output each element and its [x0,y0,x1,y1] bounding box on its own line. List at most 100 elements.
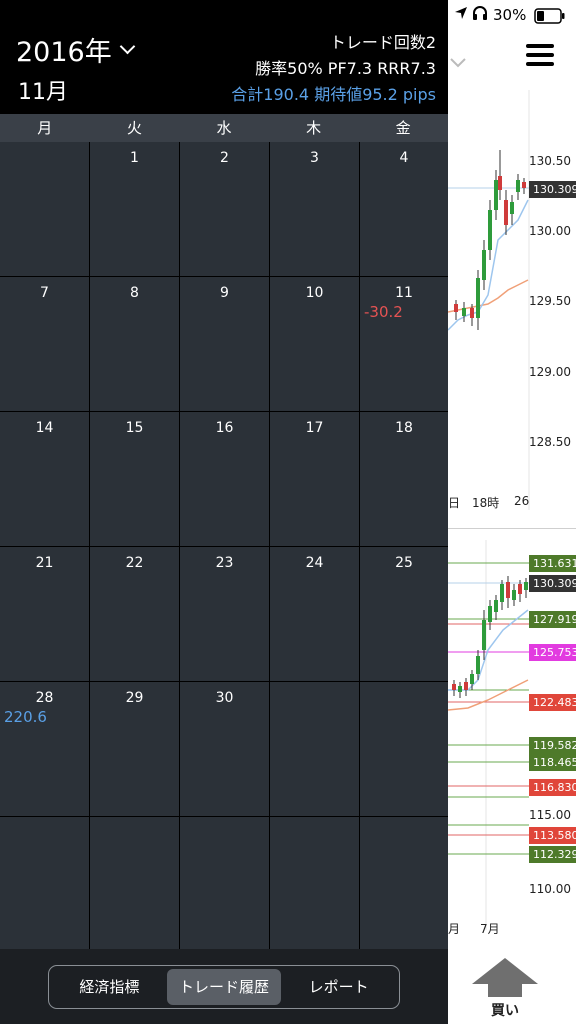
tab-economic-indicators[interactable]: 経済指標 [52,969,167,1005]
day-number: 4 [399,150,409,166]
weekday-header: 月 火 水 木 金 [0,114,448,142]
calendar-day-cell[interactable]: 15 [90,412,179,546]
price-level-tag: 119.582 [529,737,576,754]
axis-label: 129.00 [529,365,571,379]
price-level-tag: 131.631 [529,555,576,572]
calendar-day-cell[interactable]: 23 [180,547,269,681]
calendar-day-cell[interactable]: 24 [270,547,359,681]
calendar-day-cell[interactable]: 18 [360,412,448,546]
axis-label: 130.00 [529,224,571,238]
calendar-day-cell[interactable]: 17 [270,412,359,546]
weekday-label: 金 [395,119,411,137]
calendar-day-cell[interactable]: 7 [0,277,89,411]
price-level-tag: 113.580 [529,827,576,844]
tab-report[interactable]: レポート [281,969,396,1005]
x-label: 26 [514,494,530,508]
axis-label: 115.00 [529,808,571,822]
trade-stats: トレード回数2 勝率50% PF7.3 RRR7.3 合計190.4 期待値95… [231,30,436,108]
axis-label: 128.50 [529,435,571,449]
day-number: 14 [35,420,54,436]
trade-total: 合計190.4 期待値95.2 pips [231,85,436,104]
calendar-day-cell[interactable] [180,817,269,951]
daily-pnl-gain: 220.6 [4,708,47,726]
buy-arrow-stem[interactable] [488,983,522,997]
calendar-day-cell[interactable] [360,682,448,816]
month-label: 11月 [18,80,68,105]
daily-pnl-loss: -30.2 [364,303,403,321]
day-number: 23 [215,555,234,571]
weekday-label: 木 [306,119,322,137]
day-number: 30 [215,690,234,706]
calendar-grid: 1 2 3 4 7 8 9 10 11 -30.2 14 15 16 17 18 … [0,142,448,951]
calendar-header: 2016年 11月 トレード回数2 勝率50% PF7.3 RRR7.3 合計1… [0,0,448,114]
price-level-tag: 127.919 [529,611,576,628]
day-number: 16 [215,420,234,436]
tab-trade-history[interactable]: トレード履歴 [166,969,282,1005]
current-price-tag: 130.309 [529,575,576,592]
calendar-day-cell[interactable]: 16 [180,412,269,546]
calendar-day-cell[interactable] [270,682,359,816]
headphones-icon [472,6,488,24]
trade-calendar-panel: 2016年 11月 トレード回数2 勝率50% PF7.3 RRR7.3 合計1… [0,0,448,1024]
trade-count: トレード回数2 [329,33,436,52]
calendar-day-cell[interactable]: 4 [360,142,448,276]
weekday-label: 月 [37,119,53,137]
calendar-day-cell[interactable] [0,817,89,951]
year-label: 2016年 [16,37,112,68]
day-number: 9 [220,285,229,301]
menu-icon[interactable] [526,44,554,68]
calendar-day-cell[interactable]: 11 -30.2 [360,277,448,411]
status-bar: 30% [448,0,576,30]
screen: 30% 130.50 130.309 130.00 129.50 129.00 … [0,0,576,1024]
weekday-label: 火 [126,119,142,137]
axis-label: 130.50 [529,154,571,168]
year-selector[interactable]: 2016年 [16,30,135,69]
chevron-down-icon [119,38,135,55]
pane-divider [448,528,576,529]
calendar-day-cell[interactable]: 28 220.6 [0,682,89,816]
day-number: 7 [40,285,49,301]
price-level-tag: 125.753 [529,644,576,661]
day-number: 2 [220,150,229,166]
calendar-day-cell[interactable]: 21 [0,547,89,681]
calendar-day-cell[interactable] [270,817,359,951]
weekday-label: 水 [216,119,232,137]
calendar-day-cell[interactable]: 29 [90,682,179,816]
day-number: 15 [125,420,144,436]
calendar-day-cell[interactable]: 9 [180,277,269,411]
x-label: 7月 [480,922,500,936]
calendar-day-cell[interactable]: 30 [180,682,269,816]
day-number: 3 [310,150,319,166]
location-icon [454,6,468,24]
axis-label: 110.00 [529,882,571,896]
battery-percent: 30% [493,6,527,24]
price-level-tag: 112.329 [529,846,576,863]
candles-bottom [452,576,528,698]
buy-arrow-icon[interactable] [472,958,538,984]
calendar-day-cell[interactable]: 3 [270,142,359,276]
day-number: 22 [125,555,144,571]
day-number: 11 [395,285,413,301]
calendar-day-cell[interactable]: 8 [90,277,179,411]
buy-button-label[interactable]: 買い [478,1000,532,1020]
calendar-day-cell[interactable]: 14 [0,412,89,546]
day-number: 29 [125,690,144,706]
day-number: 18 [395,420,413,436]
axis-label: 129.50 [529,294,571,308]
day-number: 8 [130,285,139,301]
calendar-day-cell[interactable]: 22 [90,547,179,681]
calendar-day-cell[interactable]: 10 [270,277,359,411]
day-number: 24 [305,555,324,571]
calendar-day-cell[interactable] [0,142,89,276]
day-number: 25 [395,555,413,571]
calendar-day-cell[interactable] [90,817,179,951]
x-label: 18時 [472,496,500,510]
x-label: 月 [448,922,461,936]
calendar-day-cell[interactable]: 1 [90,142,179,276]
calendar-day-cell[interactable]: 2 [180,142,269,276]
price-level-tag: 116.830 [529,779,576,796]
calendar-day-cell[interactable] [360,817,448,951]
calendar-day-cell[interactable]: 25 [360,547,448,681]
day-number: 21 [35,555,54,571]
price-level-tag: 122.483 [529,694,576,711]
